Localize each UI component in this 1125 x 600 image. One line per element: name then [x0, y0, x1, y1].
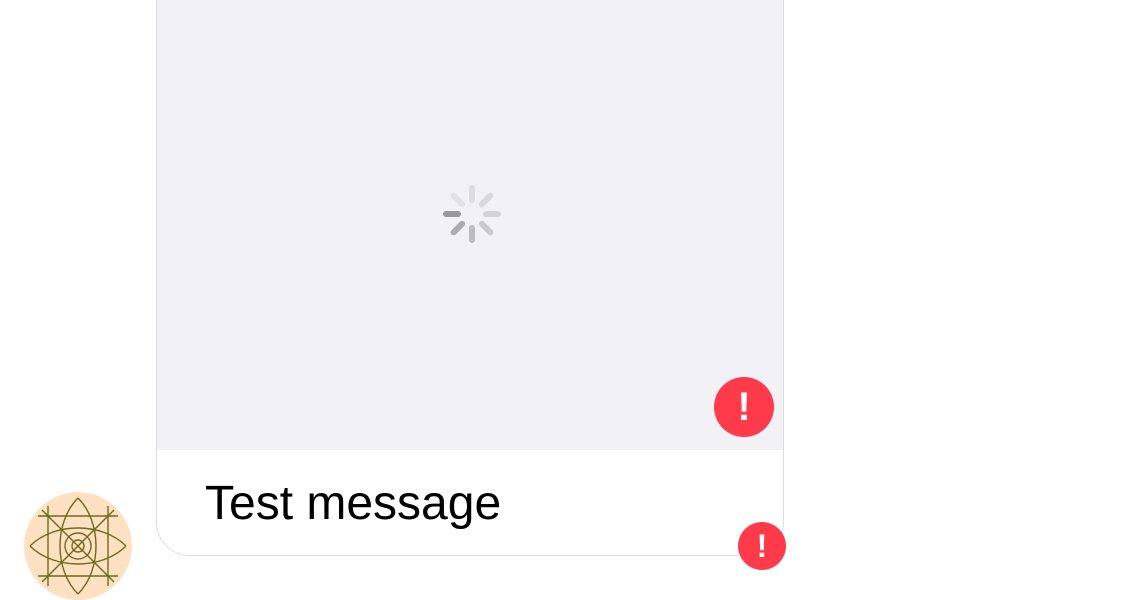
exclamation-icon: ! — [756, 528, 768, 564]
message-text: Test message — [205, 477, 502, 530]
media-placeholder[interactable]: ! — [157, 0, 783, 450]
sender-avatar[interactable] — [24, 492, 132, 600]
message-bubble[interactable]: ! Test message — [156, 0, 784, 556]
avatar-pattern-icon — [24, 492, 132, 600]
chat-screen: ! Test message ! — [0, 0, 1125, 600]
exclamation-icon: ! — [737, 385, 751, 429]
media-error-button[interactable]: ! — [714, 377, 774, 437]
loading-spinner-icon — [443, 185, 501, 243]
message-caption: Test message — [157, 450, 783, 555]
send-error-button[interactable]: ! — [738, 522, 786, 570]
